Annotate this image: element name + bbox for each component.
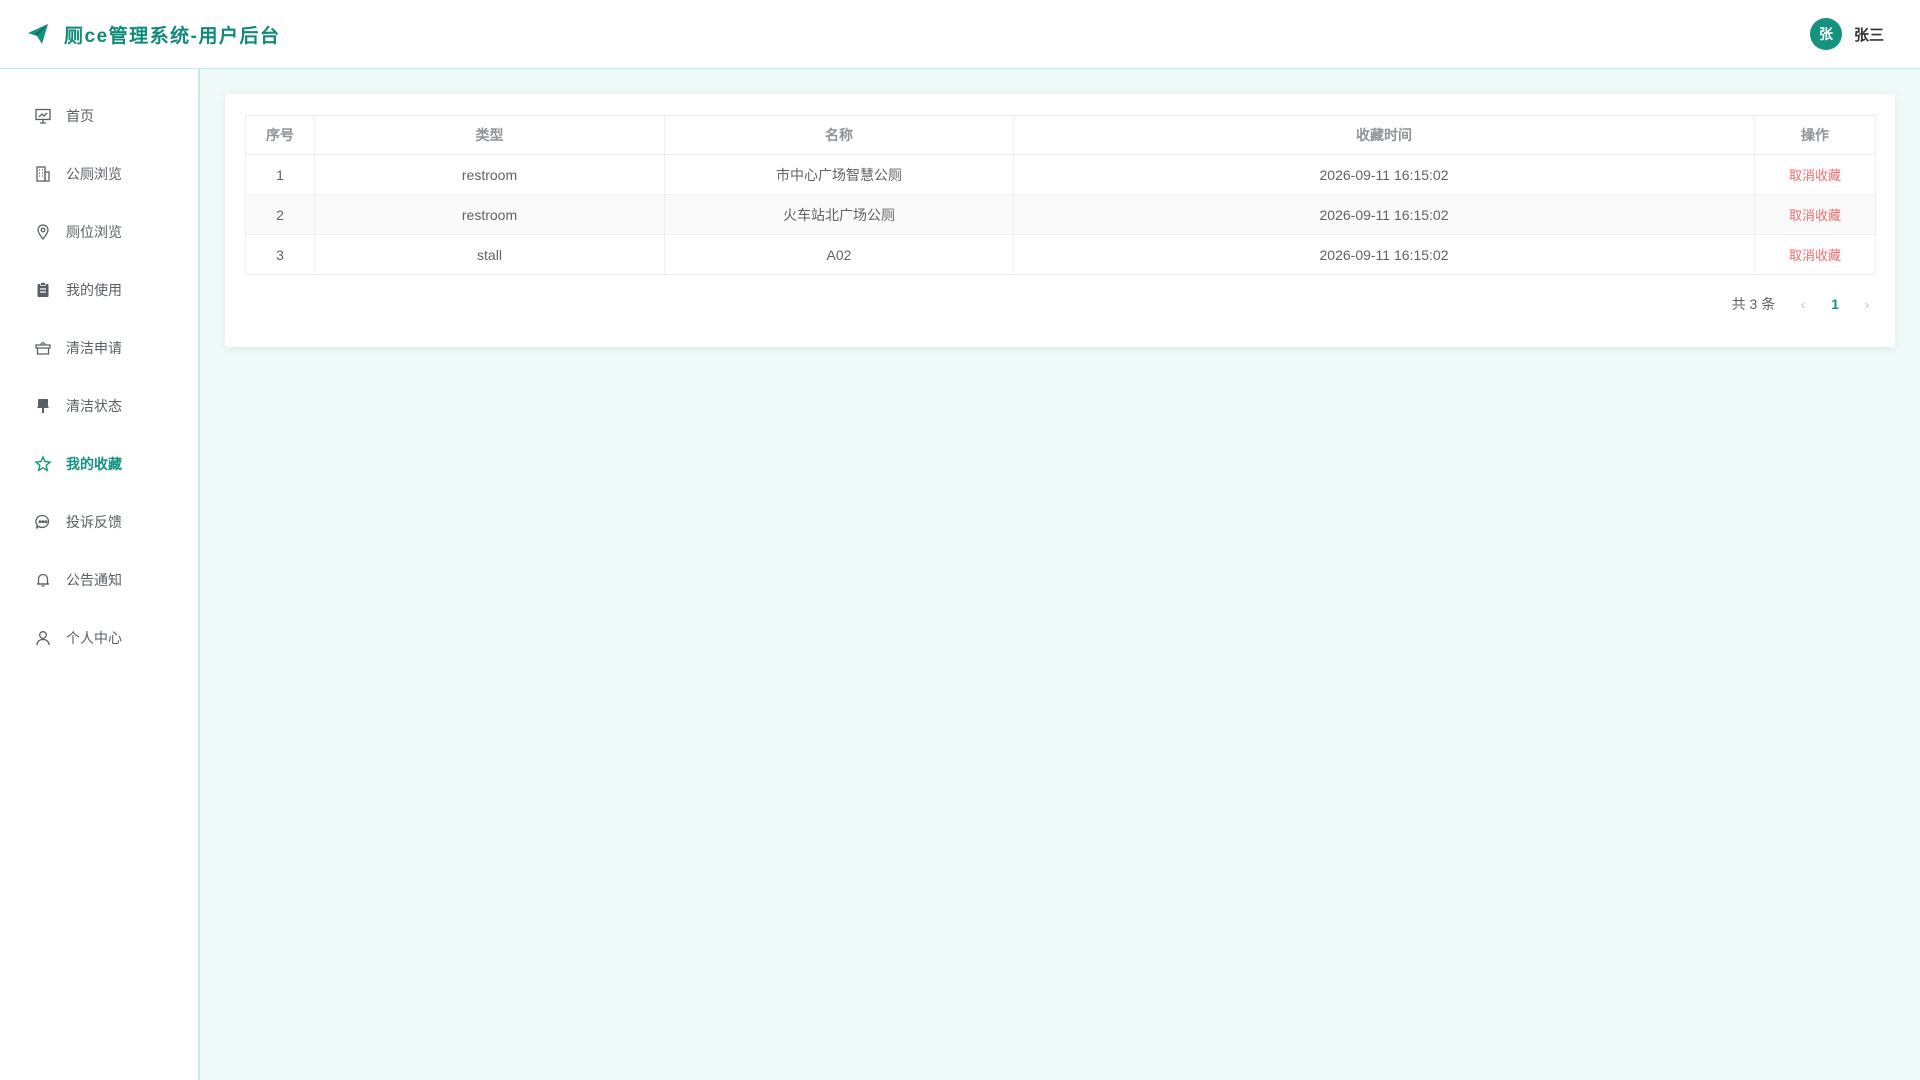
user-menu[interactable]: 张 张三 <box>1809 18 1884 50</box>
sidebar-item-label: 清洁申请 <box>66 340 122 356</box>
prev-page-button[interactable]: ‹ <box>1795 296 1811 312</box>
sidebar-item-cleaning-status[interactable]: 清洁状态 <box>0 377 198 435</box>
sidebar-item-label: 公厕浏览 <box>66 166 122 182</box>
column-header-name: 名称 <box>664 115 1014 155</box>
pagination-total: 共 3 条 <box>1731 296 1776 312</box>
page-number-current[interactable]: 1 <box>1831 296 1839 312</box>
cell-name: A02 <box>664 234 1014 275</box>
next-page-button[interactable]: › <box>1859 296 1875 312</box>
sidebar-item-label: 我的收藏 <box>66 456 122 472</box>
cell-index: 2 <box>245 194 315 235</box>
sidebar-item-home[interactable]: 首页 <box>0 87 198 145</box>
cell-action: 取消收藏 <box>1754 234 1876 275</box>
sidebar-item-label: 我的使用 <box>66 282 122 298</box>
bell-icon <box>37 573 49 587</box>
brush-icon <box>37 399 49 413</box>
sidebar-item-stall-browse[interactable]: 厕位浏览 <box>0 203 198 261</box>
user-name[interactable]: 张三 <box>1854 24 1884 45</box>
sidebar-item-label: 投诉反馈 <box>66 514 122 530</box>
sidebar-item-label: 公告通知 <box>66 572 122 588</box>
cell-action: 取消收藏 <box>1754 194 1876 235</box>
unfavorite-button[interactable]: 取消收藏 <box>1789 208 1841 223</box>
sidebar-item-my-usage[interactable]: 我的使用 <box>0 261 198 319</box>
cell-type: restroom <box>314 154 665 195</box>
table-row: 3 stall A02 2026-09-11 16:15:02 取消收藏 <box>245 234 1876 275</box>
paper-plane-icon <box>28 24 48 44</box>
sidebar: 首页 公厕浏览 厕位浏览 我的使用 清洁申请 清洁状态 我的收藏 投诉反馈 公告… <box>0 69 200 1080</box>
sidebar-item-label: 清洁状态 <box>66 398 122 414</box>
clipboard-icon <box>37 282 49 297</box>
cell-time: 2026-09-11 16:15:02 <box>1013 234 1755 275</box>
sidebar-item-label: 个人中心 <box>66 630 122 646</box>
chat-bubble-icon <box>35 514 50 529</box>
presentation-icon <box>35 108 51 124</box>
unfavorite-button[interactable]: 取消收藏 <box>1789 248 1841 263</box>
table-header-row: 序号 类型 名称 收藏时间 操作 <box>245 115 1876 155</box>
sidebar-item-restroom-browse[interactable]: 公厕浏览 <box>0 145 198 203</box>
cell-action: 取消收藏 <box>1754 154 1876 195</box>
building-icon <box>36 166 50 182</box>
sidebar-item-complaint-feedback[interactable]: 投诉反馈 <box>0 493 198 551</box>
cell-name: 市中心广场智慧公厕 <box>664 154 1014 195</box>
cell-type: restroom <box>314 194 665 235</box>
cell-index: 3 <box>245 234 315 275</box>
brand: 厕ce管理系统-用户后台 <box>26 21 280 48</box>
table-row: 2 restroom 火车站北广场公厕 2026-09-11 16:15:02 … <box>245 194 1876 235</box>
column-header-type: 类型 <box>314 115 665 155</box>
cell-name: 火车站北广场公厕 <box>664 194 1014 235</box>
unfavorite-button[interactable]: 取消收藏 <box>1789 168 1841 183</box>
sidebar-item-announcements[interactable]: 公告通知 <box>0 551 198 609</box>
location-pin-icon <box>37 224 49 241</box>
pagination: 共 3 条 ‹ 1 › <box>1732 294 1875 314</box>
column-header-index: 序号 <box>245 115 315 155</box>
box-icon <box>35 342 51 355</box>
sidebar-item-my-favorites[interactable]: 我的收藏 <box>0 435 198 493</box>
cell-time: 2026-09-11 16:15:02 <box>1013 194 1755 235</box>
cell-time: 2026-09-11 16:15:02 <box>1013 154 1755 195</box>
favorites-card: 序号 类型 名称 收藏时间 操作 1 restroom 市中心广场智慧公厕 20… <box>225 94 1895 347</box>
column-header-action: 操作 <box>1754 115 1876 155</box>
top-header: 厕ce管理系统-用户后台 张 张三 <box>0 0 1920 69</box>
cell-type: stall <box>314 234 665 275</box>
sidebar-item-label: 厕位浏览 <box>66 224 122 240</box>
avatar[interactable]: 张 <box>1809 18 1842 50</box>
column-header-favorite-time: 收藏时间 <box>1013 115 1755 155</box>
user-icon <box>36 631 50 646</box>
favorites-table: 序号 类型 名称 收藏时间 操作 1 restroom 市中心广场智慧公厕 20… <box>245 115 1876 275</box>
sidebar-item-cleaning-request[interactable]: 清洁申请 <box>0 319 198 377</box>
sidebar-item-label: 首页 <box>66 108 94 124</box>
star-icon <box>34 455 52 472</box>
sidebar-item-personal-center[interactable]: 个人中心 <box>0 609 198 667</box>
cell-index: 1 <box>245 154 315 195</box>
table-row: 1 restroom 市中心广场智慧公厕 2026-09-11 16:15:02… <box>245 154 1876 195</box>
app-title: 厕ce管理系统-用户后台 <box>64 25 281 47</box>
